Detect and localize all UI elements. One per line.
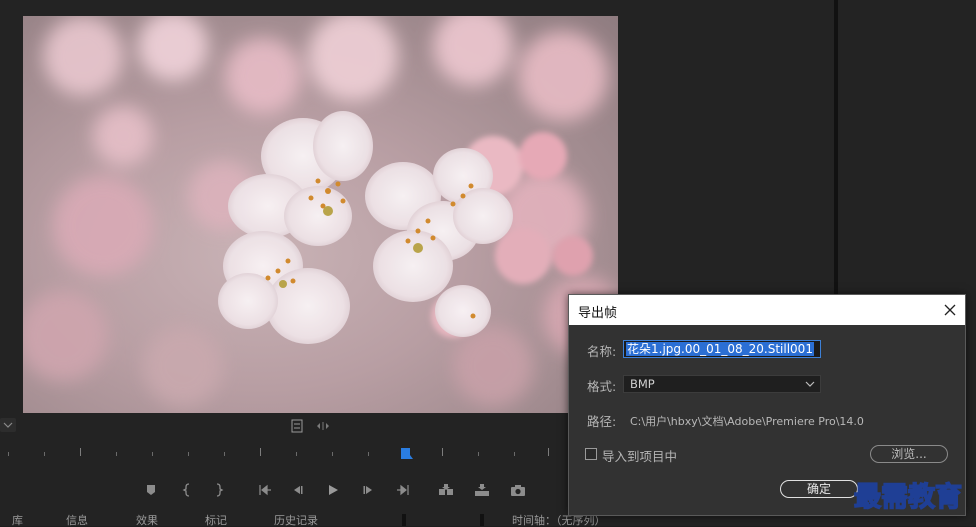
tab-history[interactable]: 历史记录 [274, 515, 318, 527]
close-button[interactable] [943, 302, 957, 316]
path-label: 路径: [587, 414, 617, 429]
playhead[interactable] [400, 446, 414, 460]
name-value: 花朵1.jpg.00_01_08_20.Still001 [626, 342, 814, 356]
tab-info[interactable]: 信息 [66, 515, 88, 527]
step-back-icon [294, 486, 303, 494]
path-value: C:\用户\hbxy\文档\Adobe\Premiere Pro\14.0 [630, 415, 864, 428]
program-monitor-frame [23, 16, 618, 413]
camera-icon [511, 485, 525, 496]
safe-margins-icon[interactable] [291, 419, 303, 433]
svg-text:最需教育: 最需教育 [854, 481, 962, 513]
blossom-photo [23, 16, 618, 406]
name-input[interactable]: 花朵1.jpg.00_01_08_20.Still001 [623, 340, 821, 358]
time-ruler[interactable] [0, 440, 560, 464]
tab-effects[interactable]: 效果 [136, 515, 158, 527]
dialog-title: 导出帧 [578, 306, 618, 321]
close-icon [944, 304, 956, 316]
step-forward-icon [363, 486, 372, 494]
play-icon [329, 485, 338, 495]
name-label: 名称: [587, 344, 617, 359]
export-frame-button[interactable] [506, 480, 528, 500]
mark-in-icon [182, 483, 190, 497]
tab-libraries[interactable]: 库 [12, 515, 23, 527]
monitor-settings-dropdown[interactable] [0, 418, 16, 432]
format-select[interactable]: BMP [623, 375, 821, 393]
insert-icon [439, 484, 453, 495]
browse-button[interactable]: 浏览... [870, 445, 948, 463]
mark-out-button[interactable] [208, 480, 230, 500]
chevron-down-icon [3, 422, 13, 428]
ok-button[interactable]: 确定 [780, 480, 858, 498]
overwrite-button[interactable] [470, 480, 492, 500]
premiere-window: 库 信息 效果 标记 历史记录 时间轴：（无序列） 导出帧 名称: 花朵1.jp… [0, 0, 976, 527]
format-label: 格式: [587, 379, 617, 394]
chevron-down-icon [805, 381, 815, 387]
mark-out-icon [216, 483, 224, 497]
playhead-icon [401, 448, 413, 459]
panel-separator [402, 514, 406, 526]
overwrite-icon [475, 484, 489, 496]
panel-separator [480, 514, 484, 526]
step-back-button[interactable] [286, 480, 308, 500]
step-forward-button[interactable] [358, 480, 380, 500]
go-to-out-icon [397, 484, 409, 496]
watermark-logo: 最需教育 [853, 480, 963, 514]
mark-in-button[interactable] [176, 480, 198, 500]
insert-button[interactable] [434, 480, 456, 500]
import-into-project-label: 导入到项目中 [602, 449, 678, 464]
compare-view-icon[interactable] [317, 422, 329, 430]
add-marker-button[interactable] [140, 480, 162, 500]
monitor-view-controls [291, 418, 331, 433]
dialog-titlebar[interactable]: 导出帧 [569, 295, 965, 325]
play-button[interactable] [322, 480, 344, 500]
go-to-in-button[interactable] [254, 480, 276, 500]
tab-markers[interactable]: 标记 [205, 515, 227, 527]
import-into-project-checkbox[interactable] [585, 448, 597, 460]
format-value: BMP [630, 377, 655, 391]
go-to-out-button[interactable] [392, 480, 414, 500]
marker-icon [147, 485, 155, 495]
go-to-in-icon [259, 484, 271, 496]
transport-controls [140, 480, 530, 500]
tab-timeline[interactable]: 时间轴：（无序列） [512, 515, 606, 527]
